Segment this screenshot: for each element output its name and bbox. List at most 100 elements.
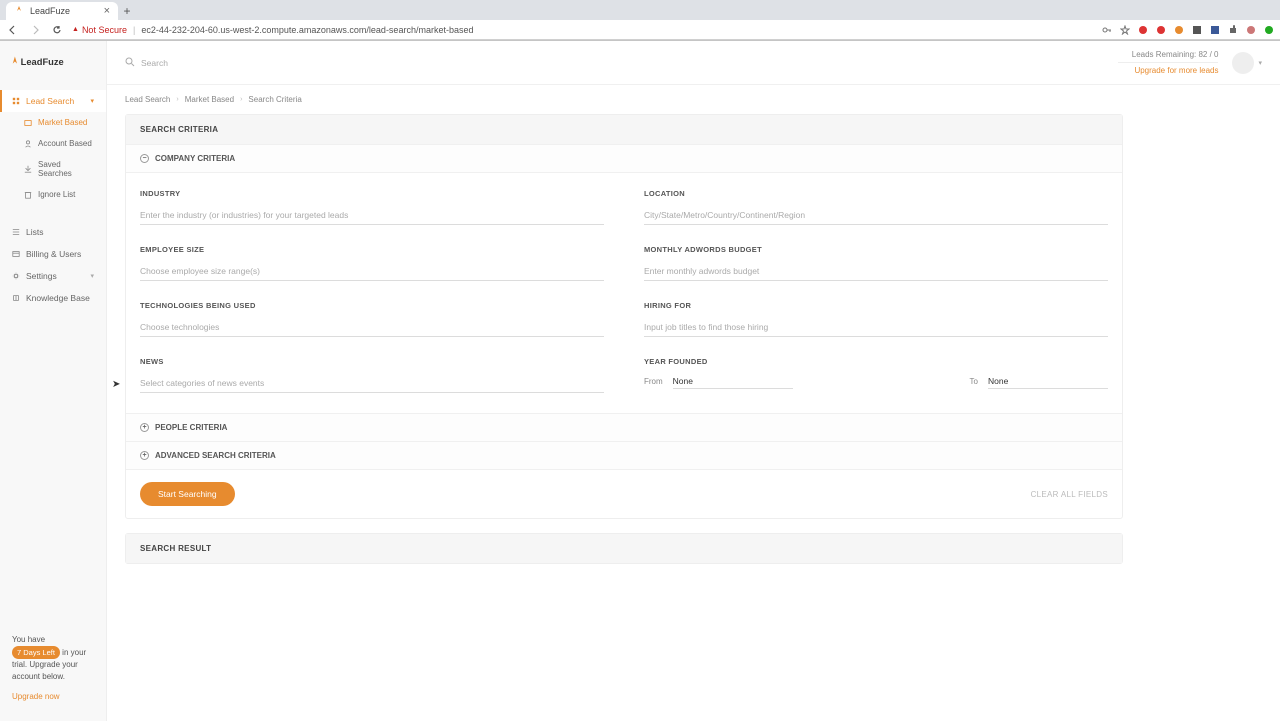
ext-icon-2[interactable] [1156, 25, 1166, 35]
search-icon [12, 97, 20, 105]
adwords-input[interactable] [644, 262, 1108, 281]
book-icon [12, 294, 20, 302]
field-label: HIRING FOR [644, 301, 1108, 310]
chevron-down-icon: ▾ [1258, 59, 1262, 67]
billing-icon [12, 250, 20, 258]
actions-bar: Start Searching CLEAR ALL FIELDS [126, 469, 1122, 518]
nav-label: Billing & Users [26, 249, 81, 259]
start-searching-button[interactable]: Start Searching [140, 482, 235, 506]
extension-icons [1102, 25, 1274, 35]
tab-strip: LeadFuze × + [0, 0, 1280, 20]
not-secure-badge: Not Secure [72, 25, 127, 35]
nav-settings[interactable]: Settings ▾ [0, 265, 106, 287]
ext-icon-1[interactable] [1138, 25, 1148, 35]
section-title: ADVANCED SEARCH CRITERIA [155, 451, 276, 460]
ext-icon-4[interactable] [1192, 25, 1202, 35]
chevron-right-icon: › [176, 96, 178, 103]
search-input[interactable] [141, 54, 341, 72]
panel-header: SEARCH RESULT [126, 534, 1122, 563]
nav-lists[interactable]: Lists [0, 221, 106, 243]
location-field: LOCATION [644, 189, 1108, 225]
upgrade-leads-link[interactable]: Upgrade for more leads [1118, 66, 1218, 75]
breadcrumb-item: Search Criteria [248, 95, 301, 104]
nav-ignore-list[interactable]: Ignore List [0, 184, 106, 205]
adwords-field: MONTHLY ADWORDS BUDGET [644, 245, 1108, 281]
nav-account-based[interactable]: Account Based [0, 133, 106, 154]
trial-prefix: You have [12, 635, 45, 644]
minus-circle-icon: − [140, 154, 149, 163]
nav-label: Settings [26, 271, 57, 281]
gear-icon [12, 272, 20, 280]
back-button[interactable] [6, 23, 20, 37]
url-box[interactable]: Not Secure | ec2-44-232-204-60.us-west-2… [72, 25, 1094, 35]
nav-label: Knowledge Base [26, 293, 90, 303]
avatar [1232, 52, 1254, 74]
field-label: YEAR FOUNDED [644, 357, 1108, 366]
avatar-ext-icon[interactable] [1246, 25, 1256, 35]
nav-knowledge-base[interactable]: Knowledge Base [0, 287, 106, 309]
reload-button[interactable] [50, 23, 64, 37]
nav-label: Lead Search [26, 96, 74, 106]
star-icon[interactable] [1120, 25, 1130, 35]
tech-field: TECHNOLOGIES BEING USED [140, 301, 604, 337]
hiring-field: HIRING FOR [644, 301, 1108, 337]
logo[interactable]: LeadFuze [0, 41, 106, 86]
nav-label: Ignore List [38, 190, 75, 199]
ext-icon-6[interactable] [1264, 25, 1274, 35]
employee-size-field: EMPLOYEE SIZE [140, 245, 604, 281]
plus-circle-icon: + [140, 451, 149, 460]
field-label: LOCATION [644, 189, 1108, 198]
nav-label: Lists [26, 227, 43, 237]
nav-market-based[interactable]: Market Based [0, 112, 106, 133]
company-criteria-toggle[interactable]: − COMPANY CRITERIA [126, 144, 1122, 172]
leads-info: Leads Remaining: 82 / 0 Upgrade for more… [1118, 50, 1218, 75]
employee-size-input[interactable] [140, 262, 604, 281]
year-from-select[interactable]: None [673, 374, 793, 389]
favicon-icon [14, 6, 24, 16]
panel-header: SEARCH CRITERIA [126, 115, 1122, 144]
news-input[interactable] [140, 374, 604, 393]
search-result-panel: SEARCH RESULT [125, 533, 1123, 564]
field-label: INDUSTRY [140, 189, 604, 198]
address-bar: Not Secure | ec2-44-232-204-60.us-west-2… [0, 20, 1280, 40]
year-to-select[interactable]: None [988, 374, 1108, 389]
nav-billing-users[interactable]: Billing & Users [0, 243, 106, 265]
breadcrumb-item[interactable]: Market Based [185, 95, 234, 104]
search-criteria-panel: SEARCH CRITERIA − COMPANY CRITERIA INDUS… [125, 114, 1123, 519]
chevron-right-icon: › [240, 96, 242, 103]
clear-all-button[interactable]: CLEAR ALL FIELDS [1031, 490, 1108, 499]
forward-button[interactable] [28, 23, 42, 37]
tech-input[interactable] [140, 318, 604, 337]
puzzle-icon[interactable] [1228, 25, 1238, 35]
nav-lead-search[interactable]: Lead Search ▾ [0, 90, 106, 112]
hiring-input[interactable] [644, 318, 1108, 337]
leads-remaining: Leads Remaining: 82 / 0 [1132, 50, 1219, 59]
key-icon[interactable] [1102, 25, 1112, 35]
field-label: TECHNOLOGIES BEING USED [140, 301, 604, 310]
field-label: EMPLOYEE SIZE [140, 245, 604, 254]
user-menu[interactable]: ▾ [1232, 52, 1262, 74]
search-icon [125, 57, 135, 69]
nav-label: Market Based [38, 118, 87, 127]
nav-saved-searches[interactable]: Saved Searches [0, 154, 106, 184]
industry-field: INDUSTRY [140, 189, 604, 225]
industry-input[interactable] [140, 206, 604, 225]
main: Leads Remaining: 82 / 0 Upgrade for more… [107, 41, 1280, 721]
advanced-criteria-toggle[interactable]: + ADVANCED SEARCH CRITERIA [126, 441, 1122, 469]
field-label: NEWS [140, 357, 604, 366]
ext-icon-3[interactable] [1174, 25, 1184, 35]
tab-title: LeadFuze [30, 6, 70, 16]
new-tab-button[interactable]: + [118, 2, 136, 20]
topbar: Leads Remaining: 82 / 0 Upgrade for more… [107, 41, 1280, 85]
browser-tab[interactable]: LeadFuze × [6, 2, 118, 20]
location-input[interactable] [644, 206, 1108, 225]
trial-box: You have 7 Days Left in your trial. Upgr… [0, 624, 106, 721]
chevron-down-icon: ▾ [90, 272, 94, 280]
people-criteria-toggle[interactable]: + PEOPLE CRITERIA [126, 413, 1122, 441]
close-icon[interactable]: × [104, 5, 110, 17]
content: Lead Search › Market Based › Search Crit… [107, 85, 1141, 574]
ext-icon-5[interactable] [1210, 25, 1220, 35]
global-search[interactable] [125, 54, 341, 72]
breadcrumb-item[interactable]: Lead Search [125, 95, 170, 104]
upgrade-now-link[interactable]: Upgrade now [12, 691, 94, 703]
